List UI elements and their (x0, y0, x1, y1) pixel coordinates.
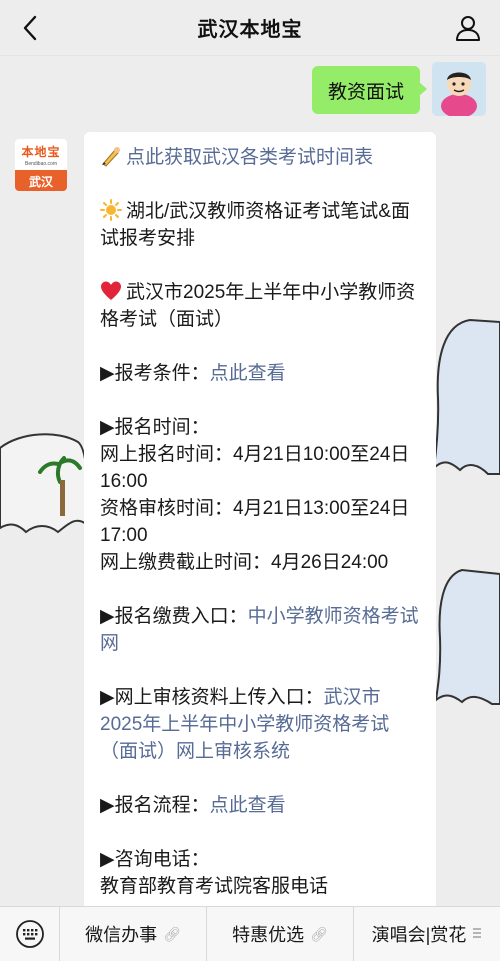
back-button[interactable] (14, 10, 46, 46)
exam-schedule-line: 点此获取武汉各类考试时间表 (100, 144, 420, 171)
qualification-review-time: 资格审核时间：4月21日13:00至24日17:00 (100, 498, 410, 546)
chevron-left-icon (23, 15, 37, 41)
wuhan-exam-title-line: 武汉市2025年上半年中小学教师资格考试（面试） (100, 279, 420, 333)
cartoon-avatar-icon (432, 62, 486, 116)
sender-avatar[interactable]: 本地宝 Bendibao.com 武汉 (14, 138, 68, 192)
keyboard-icon (15, 920, 44, 948)
my-avatar[interactable] (432, 62, 486, 116)
menu-item-wechat-services[interactable]: 微信办事 🔗︎ (60, 906, 207, 961)
logo-city-text: 武汉 (15, 170, 67, 191)
writing-hand-icon (100, 145, 122, 167)
hubei-arrangement-line: 湖北/武汉教师资格证考试笔试&面试报考安排 (100, 198, 420, 252)
process-line: ▶报名流程：点此查看 (100, 792, 420, 819)
menu-icon (472, 926, 482, 942)
registration-time-label: ▶报名时间： (100, 417, 210, 438)
menu-item-concerts[interactable]: 演唱会|赏花 (354, 907, 500, 961)
keyboard-toggle-button[interactable] (0, 906, 60, 961)
heart-icon (100, 280, 122, 302)
payment-deadline: 网上缴费截止时间：4月26日24:00 (100, 552, 389, 573)
process-label: ▶报名流程： (100, 795, 210, 816)
menu-item-deals[interactable]: 特惠优选 🔗︎ (207, 906, 354, 961)
ghost-decoration-icon (434, 568, 500, 705)
phone-label: ▶咨询电话： (100, 849, 210, 870)
exam-schedule-link[interactable]: 点此获取武汉各类考试时间表 (126, 147, 373, 168)
upload-entry-label: ▶网上审核资料上传入口： (100, 687, 324, 708)
phone-block: ▶咨询电话： 教育部教育考试院客服电话 (100, 846, 420, 900)
nav-bar: 武汉本地宝 (0, 0, 500, 56)
conditions-label: ▶报考条件： (100, 363, 210, 384)
chat-area[interactable]: 教资面试 本地宝 Bendibao.com 武汉 点此获取武汉各类考试时间表 湖… (0, 56, 500, 906)
conditions-line: ▶报考条件：点此查看 (100, 360, 420, 387)
hubei-arrangement-text: 湖北/武汉教师资格证考试笔试&面试报考安排 (100, 201, 410, 249)
outgoing-message-bubble[interactable]: 教资面试 (311, 66, 428, 114)
ghost-decoration-icon (0, 433, 89, 534)
phone-cut-text: 教育部教育考试院客服电话 (100, 876, 329, 897)
registration-time-block: ▶报名时间： 网上报名时间：4月21日10:00至24日16:00 资格审核时间… (100, 414, 420, 576)
link-icon: 🔗︎ (310, 925, 328, 942)
chat-title: 武汉本地宝 (197, 19, 303, 41)
outgoing-message-row: 教资面试 (311, 62, 486, 116)
menu-item-label: 演唱会|赏花 (371, 925, 467, 945)
wuhan-exam-title-text: 武汉市2025年上半年中小学教师资格考试（面试） (100, 282, 416, 330)
menu-item-label: 特惠优选 (232, 925, 305, 945)
payment-entry-label: ▶报名缴费入口： (100, 606, 248, 627)
incoming-message-bubble: 点此获取武汉各类考试时间表 湖北/武汉教师资格证考试笔试&面试报考安排 武汉市2… (84, 132, 436, 906)
bottom-menu-bar: 微信办事 🔗︎ 特惠优选 🔗︎ 演唱会|赏花 (0, 906, 500, 961)
outgoing-message-text: 教资面试 (327, 81, 404, 103)
process-link[interactable]: 点此查看 (210, 795, 286, 816)
ghost-decoration-icon (432, 318, 500, 475)
online-registration-time: 网上报名时间：4月21日10:00至24日16:00 (100, 444, 410, 492)
payment-entry-line: ▶报名缴费入口：中小学教师资格考试网 (100, 603, 420, 657)
menu-item-label: 微信办事 (85, 925, 158, 945)
user-icon (456, 16, 480, 41)
upload-entry-line: ▶网上审核资料上传入口：武汉市2025年上半年中小学教师资格考试（面试）网上审核… (100, 684, 420, 765)
logo-url-text: Bendibao.com (25, 161, 57, 167)
sun-icon (100, 199, 122, 221)
link-icon: 🔗︎ (163, 925, 181, 942)
logo-brand-text: 本地宝 (21, 145, 61, 159)
conditions-link[interactable]: 点此查看 (210, 363, 286, 384)
profile-button[interactable] (452, 12, 484, 44)
